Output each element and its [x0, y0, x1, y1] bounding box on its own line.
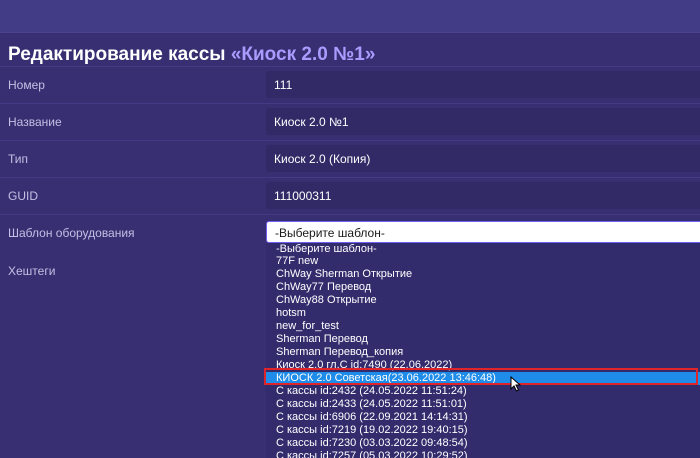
number-row: Номер 111 — [0, 66, 700, 104]
guid-row: GUID 111000311 — [0, 177, 700, 215]
template-select[interactable]: -Выберите шаблон- — [266, 221, 700, 243]
number-value: 111 — [274, 78, 293, 92]
top-bar — [0, 0, 700, 33]
dropdown-option[interactable]: ChWay77 Перевод — [266, 281, 700, 294]
dropdown-option[interactable]: hotsm — [266, 307, 700, 320]
dropdown-option[interactable]: С кассы id:2433 (24.05.2022 11:51:01) — [266, 398, 700, 411]
dropdown-option-label: hotsm — [276, 307, 306, 319]
dropdown-option[interactable]: С кассы id:7219 (19.02.2022 19:40:15) — [266, 424, 700, 437]
template-select-value: -Выберите шаблон- — [275, 226, 385, 240]
name-row: Название Киоск 2.0 №1 — [0, 103, 700, 141]
name-field[interactable]: Киоск 2.0 №1 — [266, 108, 700, 135]
dropdown-option-label: ChWay77 Перевод — [276, 281, 372, 293]
dropdown-option-label: new_for_test — [276, 320, 339, 332]
hashtags-label: Хештеги — [8, 264, 56, 278]
page-title-name: «Киоск 2.0 №1» — [230, 44, 376, 65]
dropdown-option-label: С кассы id:7230 (03.03.2022 09:48:54) — [276, 437, 468, 449]
dropdown-option-label: С кассы id:2432 (24.05.2022 11:51:24) — [276, 385, 467, 397]
dropdown-option[interactable]: С кассы id:7230 (03.03.2022 09:48:54) — [266, 437, 700, 450]
page-title: Редактирование кассы «Киоск 2.0 №1» — [8, 44, 375, 66]
dropdown-option-label: ChWay Sherman Открытие — [276, 268, 413, 280]
dropdown-option-label: Sherman Перевод — [276, 333, 368, 345]
type-value: Киоск 2.0 (Копия) — [274, 152, 371, 166]
page-title-prefix: Редактирование кассы — [8, 44, 231, 65]
number-field[interactable]: 111 — [266, 71, 700, 98]
guid-value: 111000311 — [274, 189, 332, 203]
number-label: Номер — [8, 78, 45, 92]
dropdown-option[interactable]: ChWay Sherman Открытие — [266, 268, 700, 281]
dropdown-option[interactable]: 77F new — [266, 255, 700, 268]
guid-label: GUID — [8, 189, 38, 203]
template-dropdown: -Выберите шаблон- 77F new ChWay Sherman … — [266, 243, 700, 458]
type-row: Тип Киоск 2.0 (Копия) — [0, 140, 700, 178]
guid-field[interactable]: 111000311 — [266, 182, 700, 209]
name-label: Название — [8, 115, 62, 129]
highlight-annotation-frame — [264, 368, 698, 385]
dropdown-option-label: С кассы id:7219 (19.02.2022 19:40:15) — [276, 424, 468, 436]
dropdown-option[interactable]: Sherman Перевод — [266, 333, 700, 346]
dropdown-option[interactable]: ChWay88 Открытие — [266, 294, 700, 307]
dropdown-option[interactable]: new_for_test — [266, 320, 700, 333]
dropdown-option-label: 77F new — [276, 255, 319, 267]
dropdown-option[interactable]: С кассы id:6906 (22.09.2021 14:14:31) — [266, 411, 700, 424]
type-label: Тип — [8, 152, 29, 166]
dropdown-option[interactable]: С кассы id:2432 (24.05.2022 11:51:24) — [266, 385, 700, 398]
dropdown-option-label: С кассы id:6906 (22.09.2021 14:14:31) — [276, 411, 468, 423]
dropdown-option[interactable]: С кассы id:7257 (05.03.2022 10:29:52) — [266, 450, 700, 458]
dropdown-option-label: С кассы id:2433 (24.05.2022 11:51:01) — [276, 398, 467, 410]
type-field[interactable]: Киоск 2.0 (Копия) — [266, 145, 700, 172]
dropdown-option-label: Sherman Перевод_копия — [276, 346, 404, 358]
dropdown-option-label: С кассы id:7257 (05.03.2022 10:29:52) — [276, 450, 468, 458]
dropdown-option-label: ChWay88 Открытие — [276, 294, 377, 306]
template-label: Шаблон оборудования — [8, 226, 135, 240]
mouse-cursor-icon — [510, 376, 522, 392]
name-value: Киоск 2.0 №1 — [274, 115, 349, 129]
dropdown-option[interactable]: Sherman Перевод_копия — [266, 346, 700, 359]
